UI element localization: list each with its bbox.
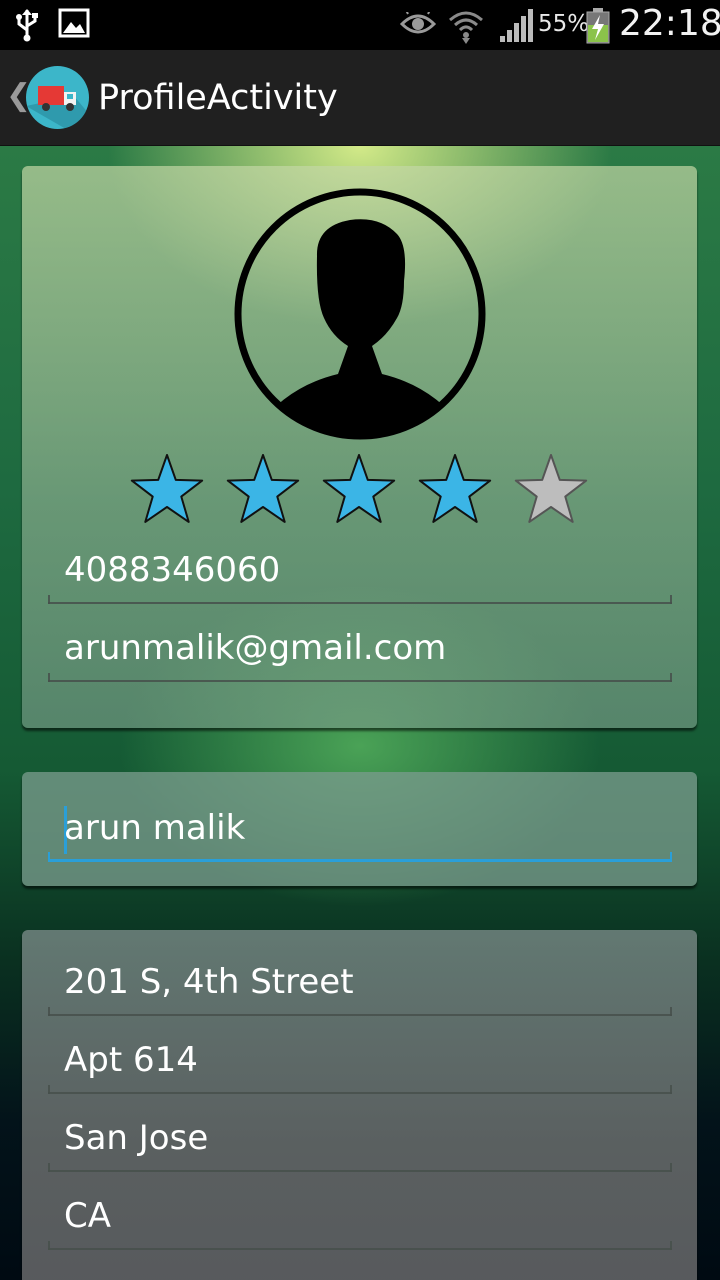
usb-icon xyxy=(16,9,38,42)
page-title: ProfileActivity xyxy=(98,78,338,118)
wifi-icon xyxy=(449,11,483,44)
name-field[interactable]: arun malik xyxy=(48,804,672,862)
star-filled-icon[interactable] xyxy=(320,452,398,526)
gallery-icon xyxy=(58,8,90,38)
app-logo[interactable] xyxy=(26,66,89,129)
phone-field[interactable]: 4088346060 xyxy=(48,546,672,604)
city-field[interactable]: San Jose xyxy=(48,1114,672,1172)
phone-value: 4088346060 xyxy=(64,550,281,590)
profile-content[interactable]: 4088346060 arunmalik@gmail.com arun mali… xyxy=(0,146,720,1280)
star-empty-icon[interactable] xyxy=(512,452,590,526)
person-silhouette-icon[interactable] xyxy=(232,186,488,442)
address-line1-value: 201 S, 4th Street xyxy=(64,962,354,1002)
email-value: arunmalik@gmail.com xyxy=(64,628,447,668)
star-filled-icon[interactable] xyxy=(224,452,302,526)
city-value: San Jose xyxy=(64,1118,209,1158)
clock: 22:18 xyxy=(619,3,720,44)
address-line2-field[interactable]: Apt 614 xyxy=(48,1036,672,1094)
address-line2-value: Apt 614 xyxy=(64,1040,198,1080)
status-bar: 55% 22:18 xyxy=(0,0,720,50)
name-value: arun malik xyxy=(64,808,246,848)
battery-percent: 55% xyxy=(538,11,590,37)
star-filled-icon[interactable] xyxy=(128,452,206,526)
star-filled-icon[interactable] xyxy=(416,452,494,526)
action-bar: ❮ ProfileActivity xyxy=(0,50,720,146)
address-card: 201 S, 4th Street Apt 614 San Jose CA xyxy=(22,930,697,1280)
battery-charging-icon xyxy=(586,8,610,44)
name-card: arun malik xyxy=(22,772,697,886)
eye-icon xyxy=(400,12,436,34)
email-field[interactable]: arunmalik@gmail.com xyxy=(48,624,672,682)
address-line1-field[interactable]: 201 S, 4th Street xyxy=(48,958,672,1016)
star-rating[interactable] xyxy=(128,452,598,526)
signal-icon xyxy=(500,9,533,42)
profile-card: 4088346060 arunmalik@gmail.com xyxy=(22,166,697,728)
state-field[interactable]: CA xyxy=(48,1192,672,1250)
state-value: CA xyxy=(64,1196,111,1236)
delivery-truck-icon xyxy=(26,86,89,129)
